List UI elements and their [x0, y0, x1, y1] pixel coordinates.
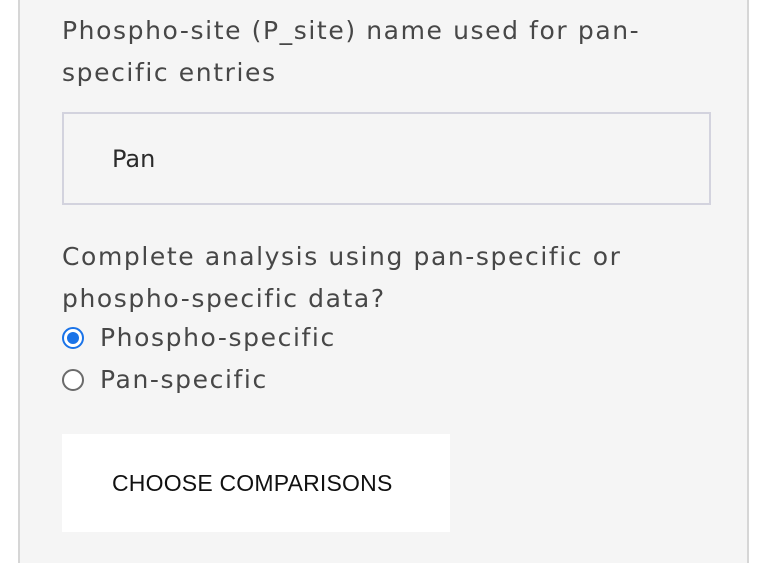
radio-option-label: Pan-specific	[100, 365, 268, 394]
radio-button-selected[interactable]	[62, 327, 84, 349]
radio-option-label: Phospho-specific	[100, 323, 336, 352]
radio-button-unselected[interactable]	[62, 369, 84, 391]
settings-panel: Phospho-site (P_site) name used for pan-…	[18, 0, 749, 563]
radio-option-phospho-specific[interactable]: Phospho-specific	[62, 318, 336, 358]
phospho-site-label: Phospho-site (P_site) name used for pan-…	[62, 16, 641, 87]
phospho-site-input[interactable]	[62, 112, 711, 205]
radio-option-pan-specific[interactable]: Pan-specific	[62, 360, 268, 400]
choose-comparisons-button[interactable]: CHOOSE COMPARISONS	[62, 434, 450, 532]
analysis-mode-question: Complete analysis using pan-specific or …	[62, 242, 622, 313]
